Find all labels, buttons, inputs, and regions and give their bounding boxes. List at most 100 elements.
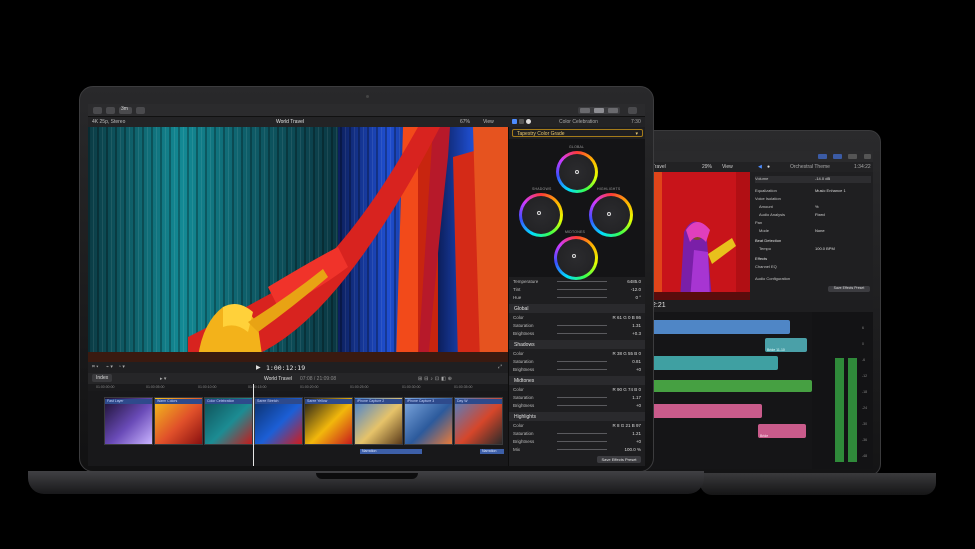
slider[interactable] bbox=[557, 281, 607, 282]
param-audio-configuration[interactable]: Audio Configuration bbox=[755, 276, 871, 283]
param-beat-detection[interactable]: Beat Detection bbox=[755, 238, 871, 245]
wheel-puck[interactable] bbox=[572, 254, 576, 258]
midtones-color-wheel[interactable] bbox=[554, 236, 598, 280]
param-amount[interactable]: Amount % bbox=[755, 204, 871, 211]
timeline-clip[interactable]: Saree Yellow bbox=[304, 397, 353, 445]
info-icon[interactable] bbox=[526, 119, 531, 124]
check-icon[interactable] bbox=[136, 107, 145, 114]
wheel-puck[interactable] bbox=[607, 212, 611, 216]
zoom-menu[interactable]: 29% bbox=[702, 164, 712, 170]
param-channel-eq[interactable]: Channel EQ bbox=[755, 264, 871, 271]
param-color[interactable]: Color R 38 G 55 B 0 bbox=[513, 350, 643, 358]
speed-icon[interactable]: ◔ ▾ bbox=[118, 364, 125, 370]
video-inspector-icon[interactable] bbox=[512, 119, 517, 124]
slider[interactable] bbox=[557, 297, 607, 298]
layout-toggle-icon[interactable] bbox=[833, 154, 842, 159]
share-icon[interactable] bbox=[864, 154, 871, 159]
param-saturation[interactable]: Saturation 1.21 bbox=[513, 430, 643, 438]
slider[interactable] bbox=[557, 405, 607, 406]
param-color[interactable]: Color R 90 G 74 B 0 bbox=[513, 386, 643, 394]
browser-icon[interactable] bbox=[580, 108, 590, 113]
slider[interactable] bbox=[557, 433, 607, 434]
param-brightness[interactable]: Brightness +0 bbox=[513, 366, 643, 374]
param-equalization[interactable]: Equalization Music Enhance 1 bbox=[755, 188, 871, 195]
play-icon[interactable]: ▶ bbox=[256, 364, 261, 371]
slider[interactable] bbox=[557, 397, 607, 398]
inspector-toggle-icon[interactable] bbox=[848, 154, 857, 159]
param-tint[interactable]: Tint -12.0 bbox=[513, 286, 643, 294]
audio-clip[interactable]: Bride 11-10 bbox=[765, 338, 807, 352]
transform-icon[interactable]: ⌗ ▾ bbox=[92, 364, 98, 370]
keyword-icon[interactable] bbox=[106, 107, 115, 114]
audio-clip[interactable] bbox=[650, 356, 778, 370]
timeline-clip[interactable]: Fast Layer bbox=[104, 397, 153, 445]
timeline-icon[interactable] bbox=[594, 108, 604, 113]
timeline-clip[interactable]: Saree Stretch bbox=[254, 397, 303, 445]
param-mix[interactable]: Mix 100.0 % bbox=[513, 446, 643, 454]
slider[interactable] bbox=[557, 361, 607, 362]
share-icon[interactable] bbox=[628, 107, 637, 114]
inspector-icon[interactable] bbox=[608, 108, 618, 113]
narration-clip[interactable]: Narration bbox=[360, 449, 422, 454]
slider[interactable] bbox=[557, 449, 607, 450]
color-inspector-icon[interactable] bbox=[519, 119, 524, 124]
audio-icon[interactable]: ◀ bbox=[758, 164, 762, 170]
audio-clip[interactable] bbox=[650, 404, 762, 418]
audio-clip[interactable] bbox=[650, 380, 812, 392]
timeline-clip[interactable]: Day W bbox=[454, 397, 503, 445]
save-effects-preset-button[interactable]: Save Effects Preset bbox=[597, 456, 641, 463]
arrow-tool-icon[interactable]: ▸ ▾ bbox=[160, 376, 166, 382]
view-menu[interactable]: View bbox=[483, 119, 494, 125]
timeline-clip[interactable]: iPhone Capture 3 bbox=[404, 397, 453, 445]
shadows-color-wheel[interactable] bbox=[519, 193, 563, 237]
zoom-menu[interactable]: 67% bbox=[460, 119, 470, 125]
view-toggle-icon[interactable] bbox=[818, 154, 827, 159]
timeline-project-name[interactable]: World Travel bbox=[264, 376, 292, 382]
param-color[interactable]: Color R 8 G 21 B 97 bbox=[513, 422, 643, 430]
view-menu[interactable]: View bbox=[722, 164, 733, 170]
section-midtones[interactable]: Midtones bbox=[509, 376, 645, 385]
save-effects-preset-button[interactable]: Save Effects Preset bbox=[828, 286, 870, 292]
timeline-tools-icon[interactable]: ⊞⊟♪⊡◧⊕ bbox=[418, 376, 454, 382]
workspace-toggle[interactable] bbox=[578, 107, 620, 114]
slider[interactable] bbox=[557, 325, 607, 326]
param-mode[interactable]: Mode None bbox=[755, 228, 871, 235]
wheel-puck[interactable] bbox=[575, 170, 579, 174]
slider[interactable] bbox=[557, 369, 607, 370]
narration-clip[interactable]: Narration bbox=[480, 449, 504, 454]
param-saturation[interactable]: Saturation 1.31 bbox=[513, 322, 643, 330]
import-icon[interactable] bbox=[93, 107, 102, 114]
param-brightness[interactable]: Brightness +0.3 bbox=[513, 330, 643, 338]
param-saturation[interactable]: Saturation 1.17 bbox=[513, 394, 643, 402]
info-icon[interactable]: ● bbox=[767, 164, 770, 170]
timeline-ruler[interactable]: 01:00:00:00 01:00:05:00 01:00:10:00 01:0… bbox=[88, 384, 508, 391]
param-volume[interactable]: Volume -14.0 dB bbox=[755, 176, 871, 183]
param-voice-isolation[interactable]: Voice Isolation bbox=[755, 196, 871, 203]
effect-selector[interactable]: Tapestry Color Grade ▾ bbox=[512, 129, 643, 137]
audio-clip[interactable] bbox=[650, 320, 790, 334]
param-pan[interactable]: Pan bbox=[755, 220, 871, 227]
section-shadows[interactable]: Shadows bbox=[509, 340, 645, 349]
timeline-clip[interactable]: Warm Colors bbox=[154, 397, 203, 445]
section-highlights[interactable]: Highlights bbox=[509, 412, 645, 421]
timeline-clip[interactable]: iPhone Capture 2 bbox=[354, 397, 403, 445]
retime-icon[interactable]: ⌁ ▾ bbox=[106, 364, 113, 370]
slider[interactable] bbox=[557, 333, 607, 334]
wheel-puck[interactable] bbox=[537, 211, 541, 215]
playhead[interactable] bbox=[253, 384, 254, 466]
slider[interactable] bbox=[557, 441, 607, 442]
highlights-color-wheel[interactable] bbox=[589, 193, 633, 237]
section-global[interactable]: Global bbox=[509, 304, 645, 313]
timeline-clip[interactable]: Color Celebration bbox=[204, 397, 253, 445]
param-saturation[interactable]: Saturation 0.81 bbox=[513, 358, 643, 366]
fullscreen-icon[interactable]: ⤢ bbox=[498, 364, 502, 370]
param-temperature[interactable]: Temperature 6485.0 bbox=[513, 278, 643, 286]
param-brightness[interactable]: Brightness +0 bbox=[513, 438, 643, 446]
slider[interactable] bbox=[557, 289, 607, 290]
param-brightness[interactable]: Brightness +0 bbox=[513, 402, 643, 410]
audio-clip[interactable]: Bride bbox=[758, 424, 806, 438]
index-button[interactable]: Index bbox=[92, 374, 113, 382]
param-color[interactable]: Color R 61 G 0 B 86 bbox=[513, 314, 643, 322]
param-effects[interactable]: Effects bbox=[755, 256, 871, 263]
param-audio-analysis[interactable]: Audio Analysis Fixed bbox=[755, 212, 871, 219]
